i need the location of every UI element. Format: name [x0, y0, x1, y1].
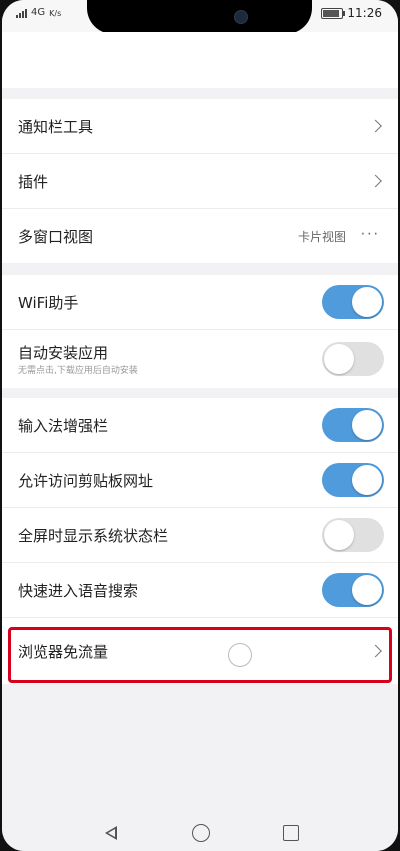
setting-label: 输入法增强栏 — [18, 416, 109, 435]
setting-voice-search: 快速进入语音搜索 — [2, 563, 398, 618]
signal-icon — [16, 9, 27, 18]
setting-label: 通知栏工具 — [18, 117, 94, 136]
settings-section-3: 输入法增强栏 允许访问剪贴板网址 全屏时显示系统状态栏 快速进入语音搜索 浏览器… — [2, 398, 398, 684]
setting-input-enhance-bar: 输入法增强栏 — [2, 398, 398, 453]
settings-section-2: WiFi助手 自动安装应用 无需点击,下载应用后自动安装 — [2, 275, 398, 388]
toggle-knob — [352, 575, 382, 605]
home-icon[interactable] — [192, 824, 210, 842]
toggle-knob — [352, 465, 382, 495]
status-bar: 4G K/s 11:26 — [2, 0, 398, 34]
wifi-assistant-toggle[interactable] — [322, 285, 384, 319]
status-right: 11:26 — [321, 6, 382, 20]
setting-multi-window-view[interactable]: 多窗口视图 卡片视图 ··· — [2, 209, 398, 263]
setting-description: 无需点击,下载应用后自动安装 — [18, 366, 138, 376]
setting-browser-free-data[interactable]: 浏览器免流量 — [2, 618, 398, 684]
toggle-knob — [324, 344, 354, 374]
settings-section-1: 通知栏工具 插件 多窗口视图 卡片视图 ··· — [2, 99, 398, 263]
setting-label: 多窗口视图 — [18, 227, 94, 246]
setting-notification-bar-tools[interactable]: 通知栏工具 — [2, 99, 398, 154]
fullscreen-statusbar-toggle[interactable] — [322, 518, 384, 552]
setting-label: 插件 — [18, 172, 49, 191]
status-left: 4G K/s — [16, 7, 61, 18]
phone-frame: 4G K/s 11:26 通知栏工具 插件 多窗口视图 卡片视图 ··· WiF… — [0, 0, 400, 851]
front-camera — [234, 10, 248, 24]
setting-label: WiFi助手 — [18, 293, 79, 312]
setting-label: 允许访问剪贴板网址 — [18, 471, 154, 490]
setting-value: 卡片视图 — [297, 229, 346, 244]
header-area — [2, 32, 398, 88]
input-enhance-toggle[interactable] — [322, 408, 384, 442]
voice-search-toggle[interactable] — [322, 573, 384, 607]
setting-clipboard-url: 允许访问剪贴板网址 — [2, 453, 398, 508]
chevron-right-icon — [369, 174, 382, 188]
setting-label: 浏览器免流量 — [18, 642, 109, 661]
auto-install-toggle[interactable] — [322, 342, 384, 376]
status-time: 11:26 — [347, 6, 382, 20]
setting-fullscreen-statusbar: 全屏时显示系统状态栏 — [2, 508, 398, 563]
setting-plugins[interactable]: 插件 — [2, 154, 398, 209]
setting-auto-install: 自动安装应用 无需点击,下载应用后自动安装 — [2, 330, 398, 388]
toggle-knob — [324, 520, 354, 550]
setting-label: 全屏时显示系统状态栏 — [18, 526, 169, 545]
setting-label: 快速进入语音搜索 — [18, 581, 139, 600]
display-notch — [87, 0, 312, 34]
network-type: 4G — [31, 7, 46, 18]
setting-label: 自动安装应用 — [18, 344, 109, 362]
more-icon[interactable]: ··· — [361, 227, 380, 243]
clipboard-url-toggle[interactable] — [322, 463, 384, 497]
toggle-knob — [352, 287, 382, 317]
battery-icon — [321, 7, 346, 19]
setting-wifi-assistant: WiFi助手 — [2, 275, 398, 330]
chevron-right-icon — [369, 644, 382, 658]
recent-apps-icon[interactable] — [283, 825, 299, 841]
chevron-right-icon — [369, 119, 382, 133]
loading-spinner-icon — [228, 643, 252, 667]
network-speed: K/s — [49, 9, 62, 18]
screen: 4G K/s 11:26 通知栏工具 插件 多窗口视图 卡片视图 ··· WiF… — [2, 0, 398, 851]
toggle-knob — [352, 410, 382, 440]
